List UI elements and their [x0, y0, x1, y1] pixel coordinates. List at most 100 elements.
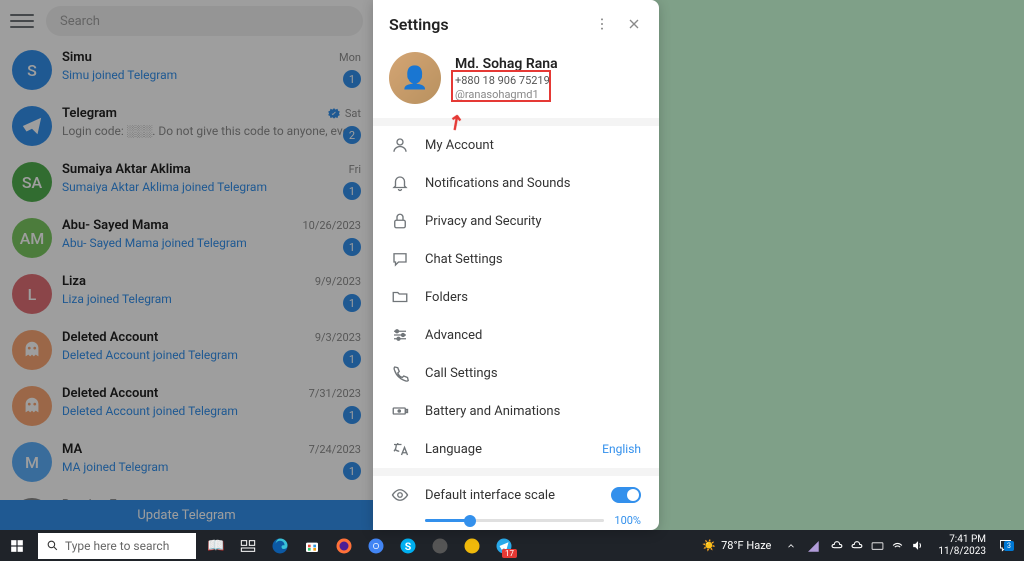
avatar: L	[12, 274, 52, 314]
tray-app-icon[interactable]: ◢	[803, 530, 823, 561]
bell-icon	[391, 174, 409, 192]
system-tray[interactable]	[825, 539, 930, 552]
chat-date: 6/15/2023	[309, 499, 361, 500]
settings-item-lang[interactable]: Language English	[373, 430, 659, 468]
settings-item-chat[interactable]: Chat Settings	[373, 240, 659, 278]
unread-badge: 1	[343, 406, 361, 424]
chat-name: MA	[62, 442, 305, 457]
avatar: 👤	[389, 52, 441, 104]
chat-item[interactable]: 🧑 Ramjan F6/15/2023 Ramjan F joined Tele…	[0, 490, 373, 500]
profile-name: Md. Sohag Rana	[455, 56, 643, 72]
chat-item[interactable]: TelegramSat Login code: ░░░. Do not give…	[0, 98, 373, 154]
scale-label: Default interface scale	[425, 488, 595, 503]
user-icon	[391, 136, 409, 154]
task-view-icon[interactable]	[232, 530, 264, 561]
unread-badge: 1	[343, 238, 361, 256]
settings-item-battery[interactable]: Battery and Animations	[373, 392, 659, 430]
settings-item-folder[interactable]: Folders	[373, 278, 659, 316]
avatar	[12, 386, 52, 426]
menu-label: Chat Settings	[425, 252, 641, 267]
chat-item[interactable]: Deleted Account9/3/2023 Deleted Account …	[0, 322, 373, 378]
weather-widget[interactable]: ☀️ 78°F Haze	[694, 539, 779, 552]
clock[interactable]: 7:41 PM11/8/2023	[932, 534, 992, 558]
chat-name: Telegram	[62, 106, 323, 121]
settings-header: Settings	[373, 0, 659, 48]
chat-date: 10/26/2023	[302, 219, 361, 232]
tray-expand-icon[interactable]	[781, 530, 801, 561]
settings-item-user[interactable]: My Account	[373, 126, 659, 164]
chat-list: S SimuMon Simu joined Telegram 1 Telegra…	[0, 42, 373, 500]
chat-name: Sumaiya Aktar Aklima	[62, 162, 345, 177]
notifications-icon[interactable]: 3	[994, 538, 1016, 553]
chat-preview: MA joined Telegram	[62, 460, 361, 474]
profile-username: @ranasohagmd1	[455, 88, 643, 101]
chat-name: Abu- Sayed Mama	[62, 218, 298, 233]
telegram-icon[interactable]: 17	[488, 530, 520, 561]
chat-preview: Deleted Account joined Telegram	[62, 348, 361, 362]
skype-icon[interactable]: S	[392, 530, 424, 561]
chat-date: Fri	[349, 163, 361, 176]
keyboard-icon	[871, 539, 884, 552]
chat-date: 7/24/2023	[309, 443, 361, 456]
profile-section[interactable]: 👤 Md. Sohag Rana +880 18 906 75219 @rana…	[373, 48, 659, 118]
interface-scale-section: Default interface scale 100%	[373, 476, 659, 530]
chat-item[interactable]: S SimuMon Simu joined Telegram 1	[0, 42, 373, 98]
avatar: M	[12, 442, 52, 482]
unread-badge: 1	[343, 350, 361, 368]
unread-badge: 1	[343, 294, 361, 312]
chat-name: Simu	[62, 50, 335, 65]
settings-item-lock[interactable]: Privacy and Security	[373, 202, 659, 240]
settings-item-sliders[interactable]: Advanced	[373, 316, 659, 354]
battery-icon	[391, 402, 409, 420]
edge-icon[interactable]	[264, 530, 296, 561]
wifi-icon	[891, 539, 904, 552]
unread-badge: 1	[343, 462, 361, 480]
chat-date: Mon	[339, 51, 361, 64]
search-input[interactable]: Search	[46, 6, 363, 36]
close-icon[interactable]	[625, 15, 643, 33]
app-icon[interactable]: 📖	[200, 530, 232, 561]
menu-label: My Account	[425, 138, 641, 153]
chat-name: Ramjan F	[62, 498, 305, 500]
onedrive-icon	[851, 539, 864, 552]
lock-icon	[391, 212, 409, 230]
unread-badge: 1	[343, 182, 361, 200]
sidebar-header: Search	[0, 0, 373, 42]
unread-badge: 2	[343, 126, 361, 144]
chat-sidebar: Search S SimuMon Simu joined Telegram 1 …	[0, 0, 373, 530]
chat-name: Deleted Account	[62, 330, 311, 345]
menu-label: Language	[425, 442, 586, 457]
chat-name: Liza	[62, 274, 311, 289]
chat-item[interactable]: Deleted Account7/31/2023 Deleted Account…	[0, 378, 373, 434]
avatar	[12, 106, 52, 146]
store-icon[interactable]	[296, 530, 328, 561]
settings-item-bell[interactable]: Notifications and Sounds	[373, 164, 659, 202]
chat-item[interactable]: AM Abu- Sayed Mama10/26/2023 Abu- Sayed …	[0, 210, 373, 266]
chat-preview: Liza joined Telegram	[62, 292, 361, 306]
scale-toggle[interactable]	[611, 487, 641, 503]
windows-taskbar: Type here to search 📖 S 17 ☀️ 78°F Haze …	[0, 530, 1024, 561]
avatar: SA	[12, 162, 52, 202]
taskbar-search[interactable]: Type here to search	[38, 533, 196, 559]
svg-text:S: S	[405, 539, 412, 552]
app-icon[interactable]	[424, 530, 456, 561]
chrome-icon[interactable]	[360, 530, 392, 561]
more-icon[interactable]	[593, 15, 611, 33]
chat-item[interactable]: SA Sumaiya Aktar Aklima Fri Sumaiya Aktar…	[0, 154, 373, 210]
taskbar-apps: 📖 S 17	[200, 530, 520, 561]
menu-label: Notifications and Sounds	[425, 176, 641, 191]
chat-preview: Sumaiya Aktar Aklima joined Telegram	[62, 180, 361, 194]
menu-extra: English	[602, 442, 641, 456]
menu-label: Advanced	[425, 328, 641, 343]
update-banner[interactable]: Update Telegram	[0, 500, 373, 530]
firefox-icon[interactable]	[328, 530, 360, 561]
chat-date: 9/9/2023	[315, 275, 361, 288]
chrome-canary-icon[interactable]	[456, 530, 488, 561]
start-button[interactable]	[0, 530, 34, 561]
scale-slider[interactable]	[425, 519, 604, 522]
settings-item-phone[interactable]: Call Settings	[373, 354, 659, 392]
chat-item[interactable]: M MA 7/24/2023 MA joined Telegram 1	[0, 434, 373, 490]
chat-item[interactable]: L Liza 9/9/2023 Liza joined Telegram 1	[0, 266, 373, 322]
chat-icon	[391, 250, 409, 268]
hamburger-menu-icon[interactable]	[10, 9, 34, 33]
